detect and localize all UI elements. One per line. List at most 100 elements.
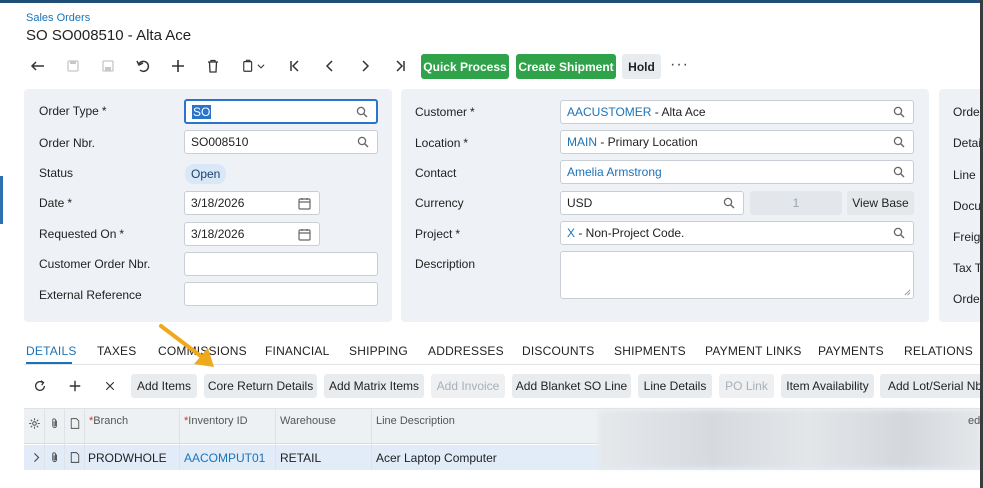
copy-paste-icon[interactable] (236, 54, 272, 78)
order-type-label: Order Type * (39, 104, 107, 118)
add-invoice-button[interactable]: Add Invoice (431, 374, 505, 398)
tab-discounts[interactable]: DISCOUNTS (522, 344, 594, 358)
date-field[interactable]: 3/18/2026 (184, 191, 320, 215)
tab-shipments[interactable]: SHIPMENTS (614, 344, 686, 358)
first-record-icon[interactable] (283, 54, 307, 78)
add-row-icon[interactable] (66, 377, 84, 395)
quick-process-button[interactable]: Quick Process (421, 54, 509, 79)
top-border (0, 0, 983, 3)
order-type-field[interactable]: SO (184, 99, 378, 124)
tab-payment-links[interactable]: PAYMENT LINKS (705, 344, 802, 358)
refresh-icon[interactable] (31, 377, 49, 395)
column-header-warehouse[interactable]: Warehouse (280, 415, 336, 427)
location-label: Location * (415, 136, 469, 150)
external-reference-label: External Reference (39, 288, 142, 302)
search-icon[interactable] (893, 106, 905, 118)
last-record-icon[interactable] (388, 54, 412, 78)
po-link-button[interactable]: PO Link (719, 374, 774, 398)
search-icon[interactable] (357, 136, 369, 148)
totals-label-detail: Detail (953, 136, 980, 150)
tab-relations[interactable]: RELATIONS (904, 344, 973, 358)
calendar-icon[interactable] (298, 228, 311, 241)
resize-handle-icon[interactable] (904, 289, 911, 296)
external-reference-field[interactable] (184, 282, 378, 306)
notes-document-icon (66, 414, 84, 432)
search-icon[interactable] (356, 106, 368, 118)
attachment-paperclip-icon (46, 414, 64, 432)
contact-label: Contact (415, 166, 457, 180)
tab-financial[interactable]: FINANCIAL (265, 344, 329, 358)
currency-field[interactable]: USD (560, 191, 744, 215)
customer-order-nbr-label: Customer Order Nbr. (39, 257, 151, 271)
totals-label-ordered: Ordered (953, 105, 980, 119)
column-header-cut[interactable]: ed (968, 415, 980, 427)
tab-details[interactable]: DETAILS (26, 344, 77, 358)
order-nbr-field[interactable]: SO008510 (184, 130, 378, 154)
tab-payments[interactable]: PAYMENTS (818, 344, 884, 358)
cell-warehouse[interactable]: RETAIL (280, 451, 321, 465)
calendar-icon[interactable] (298, 197, 311, 210)
totals-label-freight: Freigh (953, 230, 980, 244)
row-attachment-icon[interactable] (46, 448, 64, 466)
tab-addresses[interactable]: ADDRESSES (428, 344, 504, 358)
search-icon[interactable] (893, 166, 905, 178)
column-separator (275, 409, 276, 470)
description-textarea[interactable] (560, 251, 914, 299)
add-lot-serial-button[interactable]: Add Lot/Serial Nbr. (880, 374, 983, 398)
customer-order-nbr-field[interactable] (184, 252, 378, 276)
column-separator (84, 409, 85, 470)
delete-icon[interactable] (201, 54, 225, 78)
add-items-button[interactable]: Add Items (131, 374, 197, 398)
totals-label-tax-total: Tax To (953, 261, 980, 275)
line-details-button[interactable]: Line Details (638, 374, 712, 398)
add-blanket-so-line-button[interactable]: Add Blanket SO Line (512, 374, 631, 398)
column-settings-gear-icon[interactable] (25, 414, 43, 432)
column-separator (179, 409, 180, 470)
cell-branch[interactable]: PRODWHOLE (88, 451, 167, 465)
column-header-branch[interactable]: *Branch (89, 415, 128, 427)
breadcrumb[interactable]: Sales Orders (26, 12, 90, 24)
customer-label: Customer * (415, 105, 475, 119)
cell-inventory-id[interactable]: AACOMPUT01 (184, 451, 265, 465)
core-return-details-button[interactable]: Core Return Details (204, 374, 317, 398)
column-header-inventory-id[interactable]: *Inventory ID (184, 415, 248, 427)
annotation-arrow-icon (159, 324, 214, 367)
active-tab-indicator (26, 362, 72, 364)
location-field[interactable]: MAIN - Primary Location (560, 130, 914, 154)
cancel-icon[interactable] (131, 54, 155, 78)
delete-row-icon[interactable] (101, 377, 119, 395)
expand-row-chevron-icon[interactable] (27, 448, 45, 466)
row-notes-icon[interactable] (66, 448, 84, 466)
search-icon[interactable] (893, 136, 905, 148)
hold-button[interactable]: Hold (622, 54, 661, 79)
totals-label-line-discount: Line D (953, 168, 980, 182)
totals-label-document: Docum (953, 199, 980, 213)
undo-back-icon[interactable] (26, 54, 50, 78)
add-icon[interactable] (166, 54, 190, 78)
project-field[interactable]: X - Non-Project Code. (560, 221, 914, 245)
next-record-icon[interactable] (353, 54, 377, 78)
requested-on-label: Requested On * (39, 227, 125, 241)
search-icon[interactable] (893, 227, 905, 239)
chevron-down-icon (257, 64, 265, 69)
item-availability-button[interactable]: Item Availability (781, 374, 874, 398)
more-actions-button[interactable]: ··· (670, 56, 689, 74)
customer-field[interactable]: AACUSTOMER - Alta Ace (560, 100, 914, 124)
search-icon[interactable] (723, 197, 735, 209)
column-header-line-description[interactable]: Line Description (376, 415, 455, 427)
requested-on-field[interactable]: 3/18/2026 (184, 222, 320, 246)
contact-field[interactable]: Amelia Armstrong (560, 160, 914, 184)
create-shipment-button[interactable]: Create Shipment (516, 54, 616, 79)
column-separator (371, 409, 372, 470)
currency-label: Currency (415, 196, 464, 210)
tab-taxes[interactable]: TAXES (97, 344, 136, 358)
save-icon (96, 54, 120, 78)
tab-shipping[interactable]: SHIPPING (349, 344, 408, 358)
view-base-button[interactable]: View Base (847, 191, 914, 215)
blurred-columns (598, 410, 980, 468)
add-matrix-items-button[interactable]: Add Matrix Items (324, 374, 424, 398)
cell-line-description[interactable]: Acer Laptop Computer (376, 451, 497, 465)
save-close-icon (61, 54, 85, 78)
previous-record-icon[interactable] (318, 54, 342, 78)
description-label: Description (415, 257, 476, 271)
